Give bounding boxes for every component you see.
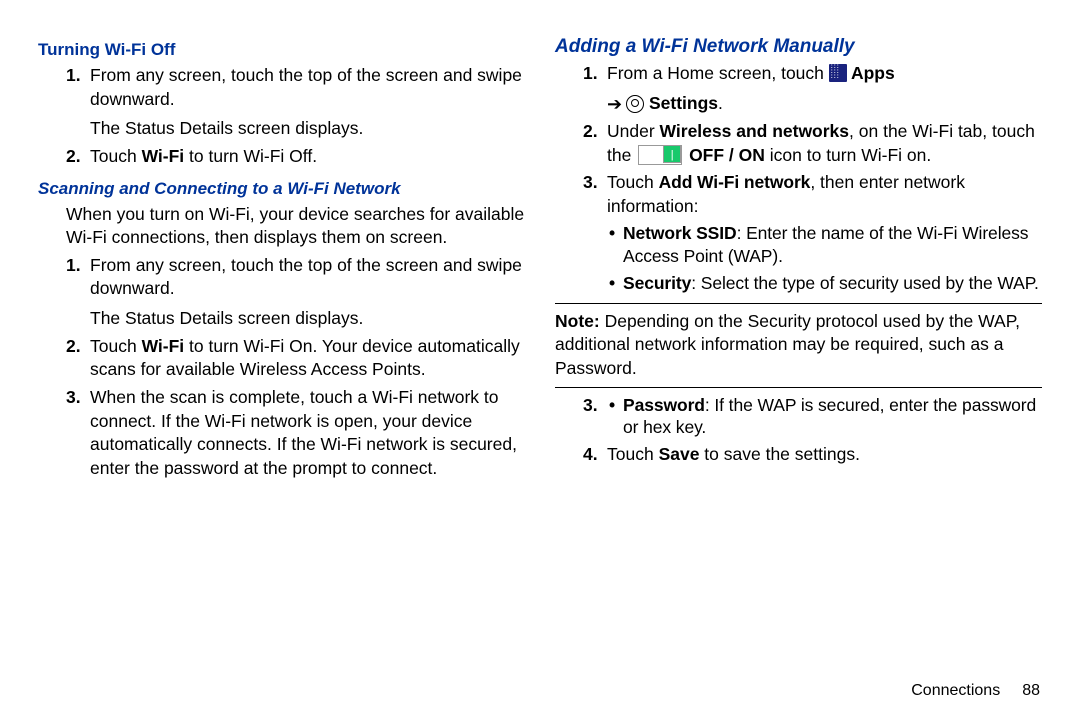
step-text: Touch <box>607 444 659 464</box>
save-label: Save <box>659 444 700 464</box>
security-label: Security <box>623 273 691 293</box>
list-item: Password: If the WAP is secured, enter t… <box>623 394 1042 440</box>
list-item: Touch Wi-Fi to turn Wi-Fi Off. <box>90 145 525 169</box>
page-columns: Turning Wi-Fi Off From any screen, touch… <box>38 36 1042 678</box>
steps-adding-4: Touch Save to save the settings. <box>555 443 1042 467</box>
steps-adding-cont: Password: If the WAP is secured, enter t… <box>555 394 1042 440</box>
heading-scanning: Scanning and Connecting to a Wi-Fi Netwo… <box>38 179 525 199</box>
note-text: Depending on the Security protocol used … <box>555 311 1020 378</box>
footer-page-number: 88 <box>1022 682 1040 699</box>
step-text: to save the settings. <box>699 444 860 464</box>
list-item: Network SSID: Enter the name of the Wi-F… <box>623 222 1042 268</box>
steps-scanning: From any screen, touch the top of the sc… <box>38 254 525 481</box>
list-item: Touch Save to save the settings. <box>607 443 1042 467</box>
wifi-label: Wi-Fi <box>142 146 185 166</box>
step-subtext: The Status Details screen displays. <box>90 117 525 141</box>
period: . <box>718 93 723 113</box>
left-column: Turning Wi-Fi Off From any screen, touch… <box>38 36 525 678</box>
arrow-icon: ➔ <box>607 92 622 116</box>
bullet-list: Password: If the WAP is secured, enter t… <box>607 394 1042 440</box>
list-item: From any screen, touch the top of the sc… <box>90 254 525 331</box>
list-item: When the scan is complete, touch a Wi-Fi… <box>90 386 525 481</box>
apps-icon <box>829 64 847 82</box>
step-text: Under <box>607 121 660 141</box>
password-label: Password <box>623 395 705 415</box>
list-item: Touch Wi-Fi to turn Wi-Fi On. Your devic… <box>90 335 525 382</box>
wireless-label: Wireless and networks <box>660 121 850 141</box>
step-text: to turn Wi-Fi Off. <box>184 146 317 166</box>
right-column: Adding a Wi-Fi Network Manually From a H… <box>555 36 1042 678</box>
bullet-text: : Select the type of security used by th… <box>691 273 1039 293</box>
list-item: Touch Add Wi-Fi network, then enter netw… <box>607 171 1042 295</box>
off-on-label: OFF / ON <box>684 145 765 165</box>
list-item: From a Home screen, touch Apps ➔ Setting… <box>607 62 1042 116</box>
step-text: Touch <box>90 146 142 166</box>
footer-section: Connections <box>911 682 1000 699</box>
step-text: Touch <box>607 172 659 192</box>
note-block: Note: Depending on the Security protocol… <box>555 303 1042 388</box>
step-text: When the scan is complete, touch a Wi-Fi… <box>90 387 517 478</box>
apps-label: Apps <box>847 63 895 83</box>
list-item-continuation: Password: If the WAP is secured, enter t… <box>607 394 1042 440</box>
page-footer: Connections 88 <box>38 678 1042 700</box>
step-subline: ➔ Settings. <box>607 92 1042 116</box>
step-text: Touch <box>90 336 142 356</box>
settings-icon <box>626 95 644 113</box>
add-wifi-label: Add Wi-Fi network <box>659 172 811 192</box>
wifi-label: Wi-Fi <box>142 336 185 356</box>
settings-label: Settings <box>644 93 718 113</box>
intro-paragraph: When you turn on Wi-Fi, your device sear… <box>66 203 525 250</box>
step-text: From any screen, touch the top of the sc… <box>90 65 522 109</box>
heading-adding-manually: Adding a Wi-Fi Network Manually <box>555 36 1042 58</box>
step-text: icon to turn Wi-Fi on. <box>765 145 931 165</box>
toggle-icon <box>638 145 682 165</box>
list-item: From any screen, touch the top of the sc… <box>90 64 525 141</box>
list-item: Security: Select the type of security us… <box>623 272 1042 295</box>
steps-turning-off: From any screen, touch the top of the sc… <box>38 64 525 169</box>
step-subtext: The Status Details screen displays. <box>90 307 525 331</box>
steps-adding: From a Home screen, touch Apps ➔ Setting… <box>555 62 1042 295</box>
ssid-label: Network SSID <box>623 223 737 243</box>
list-item: Under Wireless and networks, on the Wi-F… <box>607 120 1042 167</box>
bullet-list: Network SSID: Enter the name of the Wi-F… <box>607 222 1042 294</box>
step-text: From any screen, touch the top of the sc… <box>90 255 522 299</box>
step-text: From a Home screen, touch <box>607 63 829 83</box>
heading-turning-wifi-off: Turning Wi-Fi Off <box>38 40 525 60</box>
note-label: Note: <box>555 311 600 331</box>
